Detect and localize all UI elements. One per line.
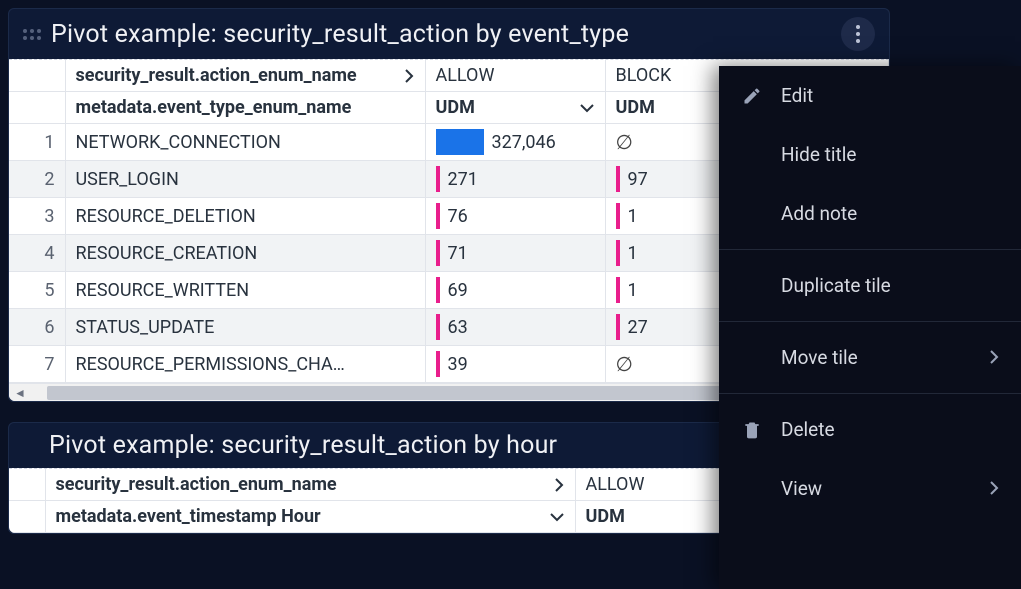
row-number: 7 xyxy=(9,346,65,383)
blank-icon xyxy=(741,144,763,166)
menu-divider xyxy=(719,321,1021,322)
tile-context-menu: Edit Hide title Add note Duplicate tile Move… xyxy=(719,66,1021,589)
event-type-cell[interactable]: STATUS_UPDATE xyxy=(65,309,425,346)
allow-cell[interactable]: 69 xyxy=(425,272,605,309)
row-number: 4 xyxy=(9,235,65,272)
block-value: 1 xyxy=(628,206,638,227)
null-value: ∅ xyxy=(616,354,633,376)
event-type-cell[interactable]: USER_LOGIN xyxy=(65,161,425,198)
menu-item-hidetitle[interactable]: Hide title xyxy=(719,125,1021,184)
column-dimension-header[interactable]: security_result.action_enum_name xyxy=(45,469,575,501)
value-bar xyxy=(436,314,440,340)
menu-item-label: View xyxy=(781,477,971,500)
block-value: 27 xyxy=(628,317,648,338)
measure-allow-header[interactable]: UDM xyxy=(425,92,605,124)
menu-item-label: Add note xyxy=(781,202,999,225)
allow-value: 327,046 xyxy=(492,132,556,153)
block-value: 1 xyxy=(628,280,638,301)
blank-icon xyxy=(741,347,763,369)
chevron-right-icon xyxy=(989,346,999,369)
event-type-cell[interactable]: NETWORK_CONNECTION xyxy=(65,124,425,161)
value-bar xyxy=(436,129,484,155)
measure-label: UDM xyxy=(436,97,475,118)
event-type-cell[interactable]: RESOURCE_DELETION xyxy=(65,198,425,235)
chevron-right-icon xyxy=(989,477,999,500)
menu-item-addnote[interactable]: Add note xyxy=(719,184,1021,243)
row-number: 6 xyxy=(9,309,65,346)
chevron-down-icon xyxy=(549,511,565,523)
scroll-left-icon[interactable]: ◄ xyxy=(13,386,27,400)
column-dimension-label: security_result.action_enum_name xyxy=(56,474,337,495)
corner-cell-2 xyxy=(9,501,45,533)
corner-cell xyxy=(9,60,65,92)
allow-value: 71 xyxy=(448,243,468,264)
allow-cell[interactable]: 76 xyxy=(425,198,605,235)
null-value: ∅ xyxy=(616,132,633,154)
menu-item-view[interactable]: View xyxy=(719,459,1021,518)
allow-cell[interactable]: 327,046 xyxy=(425,124,605,161)
tile-title: Pivot example: security_result_action by… xyxy=(51,20,831,49)
value-bar xyxy=(436,240,440,266)
chevron-down-icon xyxy=(579,102,595,114)
column-dimension-label: security_result.action_enum_name xyxy=(76,65,357,86)
allow-value: 39 xyxy=(448,354,468,375)
value-bar xyxy=(616,240,620,266)
value-bar xyxy=(436,166,440,192)
menu-item-label: Move tile xyxy=(781,346,971,369)
pencil-icon xyxy=(741,85,763,107)
trash-icon xyxy=(741,419,763,441)
menu-item-label: Hide title xyxy=(781,143,999,166)
chevron-right-icon xyxy=(403,68,415,84)
menu-item-duplicate[interactable]: Duplicate tile xyxy=(719,256,1021,315)
allow-cell[interactable]: 63 xyxy=(425,309,605,346)
allow-cell[interactable]: 39 xyxy=(425,346,605,383)
menu-item-movetile[interactable]: Move tile xyxy=(719,328,1021,387)
value-bar xyxy=(616,277,620,303)
menu-item-label: Duplicate tile xyxy=(781,274,999,297)
corner-cell xyxy=(9,469,45,501)
menu-item-label: Delete xyxy=(781,418,999,441)
row-dimension-header[interactable]: metadata.event_type_enum_name xyxy=(65,92,425,124)
row-dimension-header[interactable]: metadata.event_timestamp Hour xyxy=(45,501,575,533)
menu-item-delete[interactable]: Delete xyxy=(719,400,1021,459)
menu-divider xyxy=(719,393,1021,394)
row-number: 3 xyxy=(9,198,65,235)
blank-icon xyxy=(741,203,763,225)
block-value: 97 xyxy=(628,169,648,190)
row-dimension-label: metadata.event_timestamp Hour xyxy=(56,506,321,527)
value-bar xyxy=(616,314,620,340)
allow-value: 63 xyxy=(448,317,468,338)
menu-divider xyxy=(719,249,1021,250)
allow-cell[interactable]: 271 xyxy=(425,161,605,198)
block-value: 1 xyxy=(628,243,638,264)
drag-handle-icon[interactable] xyxy=(23,29,41,40)
row-number: 5 xyxy=(9,272,65,309)
allow-cell[interactable]: 71 xyxy=(425,235,605,272)
blank-icon xyxy=(741,478,763,500)
chevron-right-icon xyxy=(553,477,565,493)
column-dimension-header[interactable]: security_result.action_enum_name xyxy=(65,60,425,92)
value-bar xyxy=(436,351,440,377)
row-number: 2 xyxy=(9,161,65,198)
event-type-cell[interactable]: RESOURCE_WRITTEN xyxy=(65,272,425,309)
row-number: 1 xyxy=(9,124,65,161)
allow-value: 76 xyxy=(448,206,468,227)
corner-cell-2 xyxy=(9,92,65,124)
value-bar xyxy=(436,277,440,303)
value-bar xyxy=(616,166,620,192)
event-type-cell[interactable]: RESOURCE_CREATION xyxy=(65,235,425,272)
event-type-cell[interactable]: RESOURCE_PERMISSIONS_CHA… xyxy=(65,346,425,383)
menu-item-label: Edit xyxy=(781,84,999,107)
column-allow-header[interactable]: ALLOW xyxy=(425,60,605,92)
value-bar xyxy=(616,203,620,229)
allow-value: 69 xyxy=(448,280,468,301)
menu-item-edit[interactable]: Edit xyxy=(719,66,1021,125)
allow-value: 271 xyxy=(448,169,478,190)
tile-header: Pivot example: security_result_action by… xyxy=(9,9,889,59)
tile-menu-button[interactable] xyxy=(841,17,875,51)
value-bar xyxy=(436,203,440,229)
blank-icon xyxy=(741,275,763,297)
